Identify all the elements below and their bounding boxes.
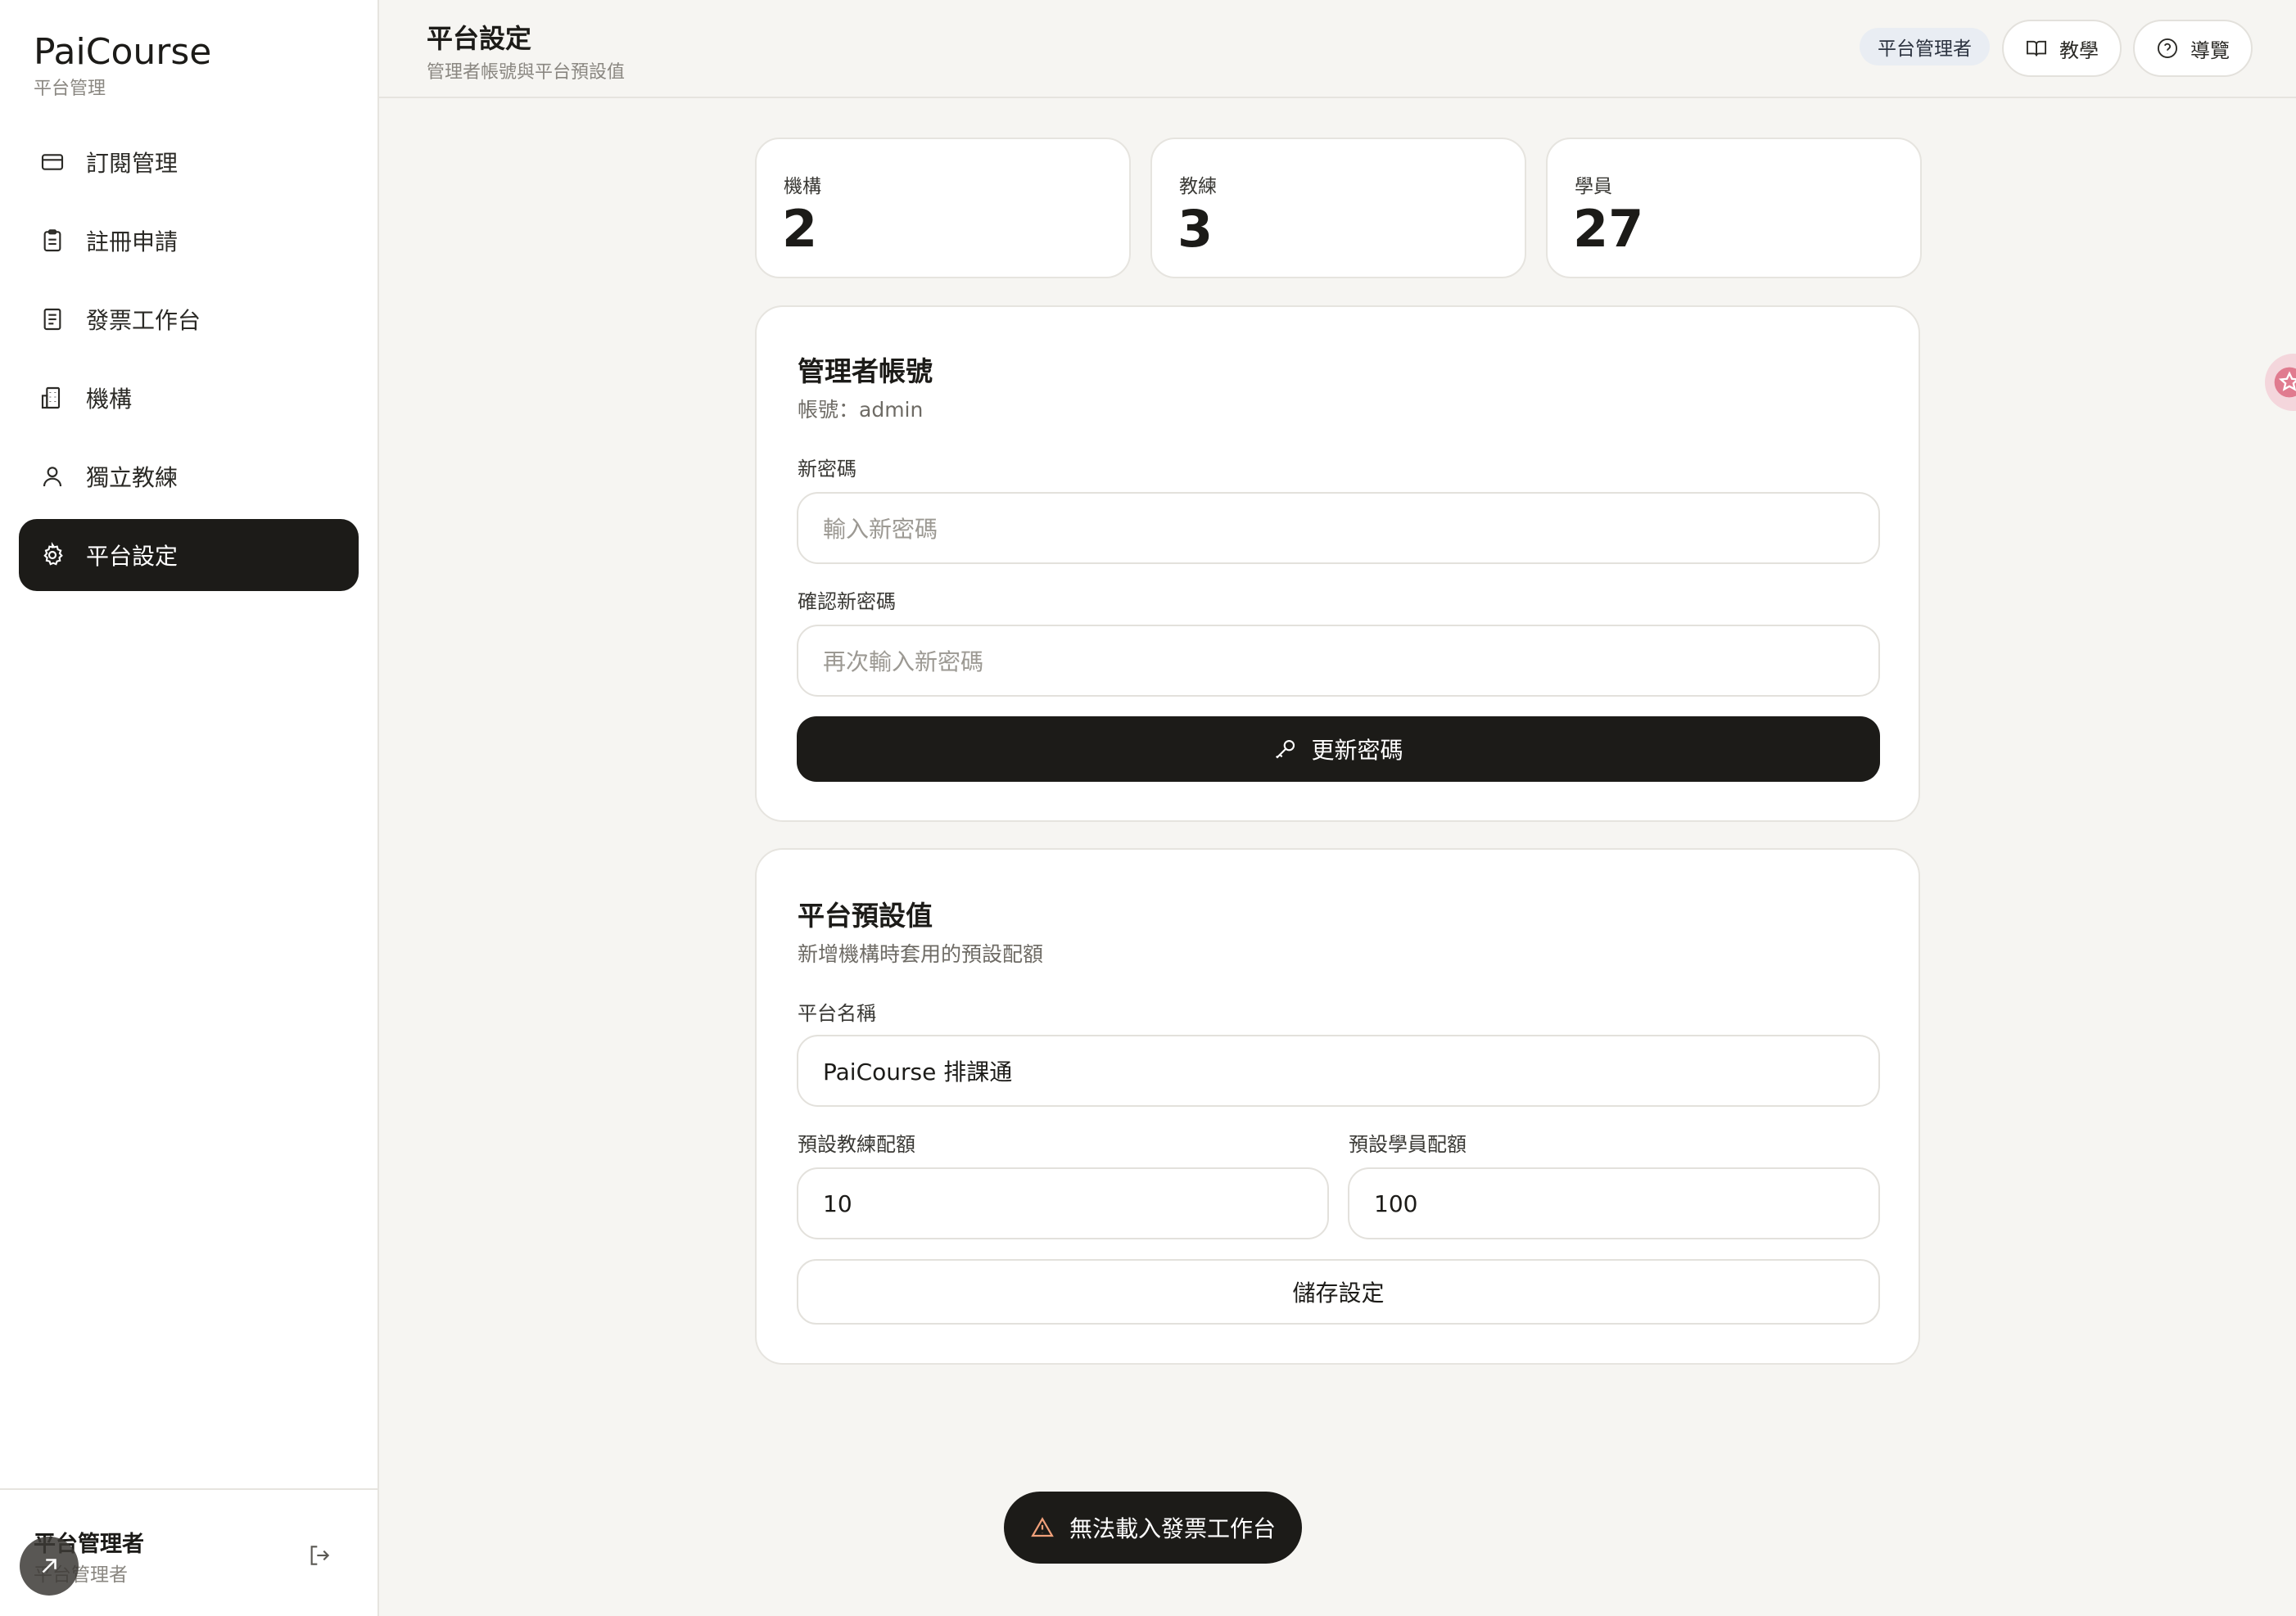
warning-icon [1030,1515,1055,1540]
toast-message: 無法載入發票工作台 [1069,1515,1277,1542]
confirm-password-input[interactable]: 再次輸入新密碼 [797,625,1880,697]
coach-quota-label: 預設教練配額 [798,1133,915,1156]
stat-card-coaches: 教練 3 [1150,138,1526,278]
platform-defaults-card: 平台預設值 新增機構時套用的預設配額 平台名稱 PaiCourse 排課通 預設… [755,848,1920,1365]
sidebar-item-organizations[interactable]: 機構 [19,362,359,434]
page-subtitle: 管理者帳號與平台預設值 [427,62,626,83]
sidebar: PaiCourse 平台管理 訂閱管理 註冊申請 發票工作台 機構 獨立教練 平… [0,0,379,1616]
floating-action-button[interactable] [20,1537,79,1596]
sidebar-item-registrations[interactable]: 註冊申請 [19,205,359,277]
stat-card-organizations: 機構 2 [755,138,1131,278]
update-password-label: 更新密碼 [1311,737,1403,764]
logout-button[interactable] [303,1539,336,1572]
credit-card-icon [38,148,66,176]
stat-label: 學員 [1575,176,1612,197]
brand-subtitle: 平台管理 [34,79,106,99]
sidebar-item-label: 訂閱管理 [86,150,179,177]
platform-name-label: 平台名稱 [798,1002,876,1025]
card-title: 平台預設值 [798,900,933,932]
clipboard-icon [38,227,66,255]
floating-widget-button[interactable] [2265,354,2296,411]
admin-account-card: 管理者帳號 帳號：admin 新密碼 輸入新密碼 確認新密碼 再次輸入新密碼 更… [755,305,1920,822]
platform-name-input[interactable]: PaiCourse 排課通 [797,1035,1880,1107]
gear-icon [38,541,66,569]
user-icon [38,463,66,490]
stat-value: 2 [782,199,818,259]
new-password-label: 新密碼 [798,458,856,481]
card-description: 新增機構時套用的預設配額 [798,942,1044,966]
brand-title: PaiCourse [34,31,212,73]
sidebar-item-label: 註冊申請 [86,228,179,255]
tour-button[interactable]: 導覽 [2133,20,2253,77]
star-badge-icon [2274,367,2296,398]
card-title: 管理者帳號 [798,355,933,387]
page-header: 平台設定 管理者帳號與平台預設值 平台管理者 教學 導覽 [379,0,2296,98]
sidebar-item-settings[interactable]: 平台設定 [19,519,359,591]
sidebar-item-label: 發票工作台 [86,307,201,334]
error-toast: 無法載入發票工作台 [1004,1492,1303,1564]
arrow-icon [42,1559,56,1573]
tour-label: 導覽 [2190,38,2230,62]
building-icon [38,384,66,412]
stat-label: 機構 [784,176,821,197]
coach-quota-input[interactable]: 10 [797,1167,1329,1239]
sidebar-nav: 訂閱管理 註冊申請 發票工作台 機構 獨立教練 平台設定 [19,126,359,598]
book-icon [2025,37,2048,60]
new-password-input[interactable]: 輸入新密碼 [797,492,1880,564]
confirm-password-label: 確認新密碼 [798,590,896,613]
stat-label: 教練 [1179,176,1217,197]
sidebar-item-coaches[interactable]: 獨立教練 [19,440,359,512]
logout-icon [310,1546,330,1565]
brand: PaiCourse 平台管理 [34,28,211,102]
sidebar-item-invoices[interactable]: 發票工作台 [19,283,359,355]
key-icon [1273,737,1298,761]
tutorial-label: 教學 [2059,38,2099,62]
role-badge: 平台管理者 [1860,28,1990,65]
account-line: 帳號：admin [798,398,924,422]
tutorial-button[interactable]: 教學 [2002,20,2122,77]
sidebar-item-label: 機構 [86,386,133,413]
help-circle-icon [2156,37,2179,60]
stat-card-students: 學員 27 [1546,138,1922,278]
document-icon [38,305,66,333]
app-root: PaiCourse 平台管理 訂閱管理 註冊申請 發票工作台 機構 獨立教練 平… [0,0,2296,1616]
sidebar-item-label: 平台設定 [86,543,179,570]
save-settings-button[interactable]: 儲存設定 [797,1259,1880,1325]
page-title: 平台設定 [427,23,532,54]
stat-value: 3 [1177,199,1214,259]
student-quota-label: 預設學員配額 [1349,1133,1467,1156]
stat-value: 27 [1573,199,1644,259]
sidebar-item-label: 獨立教練 [86,464,179,491]
student-quota-input[interactable]: 100 [1348,1167,1880,1239]
sidebar-item-subscriptions[interactable]: 訂閱管理 [19,126,359,198]
update-password-button[interactable]: 更新密碼 [797,716,1880,782]
